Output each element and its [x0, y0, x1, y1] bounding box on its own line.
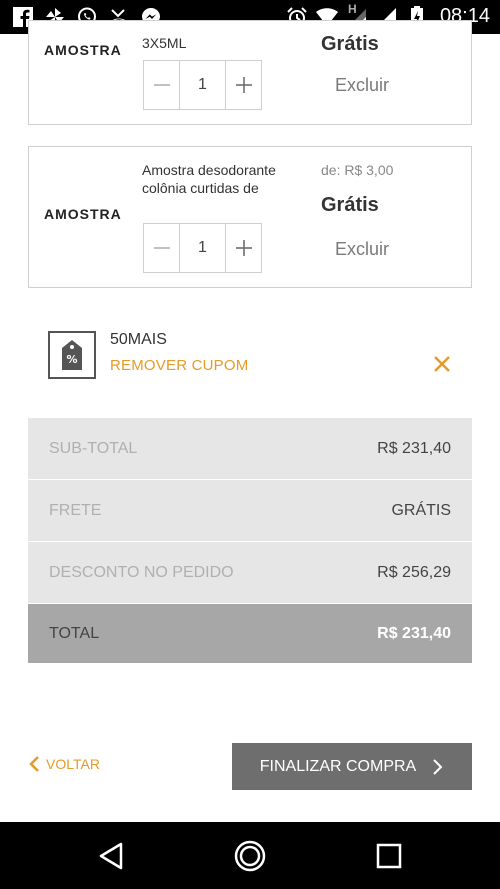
minus-icon	[153, 84, 170, 86]
product-name: 3X5ML	[142, 35, 187, 51]
remove-item-link[interactable]: Excluir	[335, 239, 389, 260]
brand-logo: AMOSTRA	[44, 42, 122, 58]
svg-text:%: %	[66, 353, 77, 366]
shipping-row: FRETE GRÁTIS	[28, 480, 472, 542]
increase-quantity-button[interactable]	[226, 61, 261, 109]
product-name: Amostra desodorante colônia curtidas de	[142, 162, 276, 196]
navigation-bar	[0, 822, 500, 889]
coupon-code: 50MAIS	[110, 331, 167, 348]
shipping-label: FRETE	[49, 501, 102, 519]
quantity-stepper: 1	[143, 60, 262, 110]
chevron-left-icon	[29, 756, 39, 772]
quantity-value[interactable]: 1	[179, 224, 226, 272]
cart-item: AMOSTRA Amostra desodorante colônia curt…	[28, 146, 472, 288]
back-link[interactable]: VOLTAR	[28, 756, 100, 772]
increase-quantity-button[interactable]	[226, 224, 261, 272]
finalize-purchase-label: FINALIZAR COMPRA	[259, 757, 417, 775]
finalize-purchase-button[interactable]: FINALIZAR COMPRA	[232, 743, 472, 790]
discount-value: R$ 256,29	[377, 563, 451, 581]
home-circle-icon[interactable]	[234, 840, 266, 872]
total-label: TOTAL	[49, 624, 100, 642]
discount-row: DESCONTO NO PEDIDO R$ 256,29	[28, 542, 472, 604]
shipping-value: GRÁTIS	[391, 501, 451, 519]
item-price: Grátis	[321, 194, 379, 216]
quantity-value[interactable]: 1	[179, 61, 226, 109]
coupon-tag-icon: %	[48, 331, 96, 379]
plus-icon	[235, 240, 252, 256]
item-price: Grátis	[321, 33, 379, 55]
plus-icon	[235, 77, 252, 93]
order-summary: SUB-TOTAL R$ 231,40 FRETE GRÁTIS DESCONT…	[28, 418, 472, 664]
minus-icon	[153, 247, 170, 249]
total-row: TOTAL R$ 231,40	[28, 604, 472, 664]
remove-coupon-link[interactable]: REMOVER CUPOM	[110, 357, 248, 374]
original-price: de: R$ 3,00	[321, 162, 394, 178]
decrease-quantity-button[interactable]	[144, 61, 179, 109]
close-icon[interactable]	[428, 350, 456, 378]
recents-square-icon[interactable]	[373, 840, 405, 872]
subtotal-label: SUB-TOTAL	[49, 439, 138, 457]
cart-item: AMOSTRA 3X5ML 1 Grátis Excluir	[28, 20, 472, 125]
chevron-right-icon	[433, 758, 443, 775]
quantity-stepper: 1	[143, 223, 262, 273]
subtotal-row: SUB-TOTAL R$ 231,40	[28, 418, 472, 480]
decrease-quantity-button[interactable]	[144, 224, 179, 272]
total-value: R$ 231,40	[377, 624, 451, 642]
discount-label: DESCONTO NO PEDIDO	[49, 563, 234, 581]
back-label: VOLTAR	[46, 756, 100, 772]
brand-logo: AMOSTRA	[44, 206, 122, 222]
back-triangle-icon[interactable]	[95, 840, 127, 872]
remove-item-link[interactable]: Excluir	[335, 75, 389, 96]
subtotal-value: R$ 231,40	[377, 439, 451, 457]
